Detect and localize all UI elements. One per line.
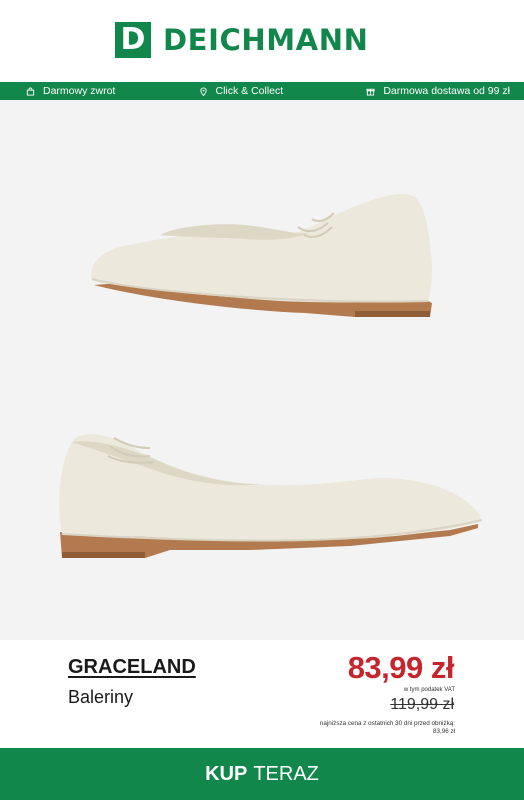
buy-now-button-label-bold: KUP <box>205 762 248 785</box>
usp-free-returns-label: Darmowy zwrot <box>43 85 116 97</box>
product-brand-link[interactable]: GRACELAND <box>68 656 196 679</box>
current-price: 83,99 zł <box>347 650 455 685</box>
header: D DEICHMANN <box>0 0 524 82</box>
lowest-price-note-text: najniższa cena z ostatnich 30 dni przed … <box>319 720 455 727</box>
usp-free-delivery-label: Darmowa dostawa od 99 zł <box>383 85 510 97</box>
product-info: GRACELAND Baleriny 83,99 zł w tym podate… <box>0 640 524 748</box>
usp-free-delivery[interactable]: Darmowa dostawa od 99 zł <box>366 85 510 97</box>
buy-now-button-label: TERAZ <box>253 762 319 785</box>
product-category: Baleriny <box>68 687 134 707</box>
gift-box-icon <box>366 88 375 96</box>
lowest-price-value: 83,96 zł <box>432 728 455 735</box>
product-image[interactable] <box>0 100 524 640</box>
vat-note: w tym podatek VAT <box>403 687 455 693</box>
buy-now-button[interactable]: KUP TERAZ <box>0 748 524 800</box>
logo-mark-letter: D <box>120 22 146 57</box>
deichmann-logo[interactable]: D DEICHMANN <box>115 22 368 58</box>
logo-wordmark: DEICHMANN <box>163 23 369 57</box>
return-bag-icon <box>26 87 35 96</box>
shoe-side-view-image <box>59 434 483 558</box>
lowest-price-note: najniższa cena z ostatnich 30 dni przed … <box>265 720 455 736</box>
logo-mark: D <box>115 22 151 58</box>
usp-free-returns[interactable]: Darmowy zwrot <box>26 85 115 97</box>
shoe-side-view-image <box>91 194 432 317</box>
usp-bar: Darmowy zwrot Click & Collect Darmowa do… <box>0 82 524 100</box>
usp-click-collect[interactable]: Click & Collect <box>199 85 284 97</box>
old-price: 119,99 zł <box>390 696 454 713</box>
usp-click-collect-label: Click & Collect <box>215 85 284 97</box>
location-pin-icon <box>199 87 207 96</box>
